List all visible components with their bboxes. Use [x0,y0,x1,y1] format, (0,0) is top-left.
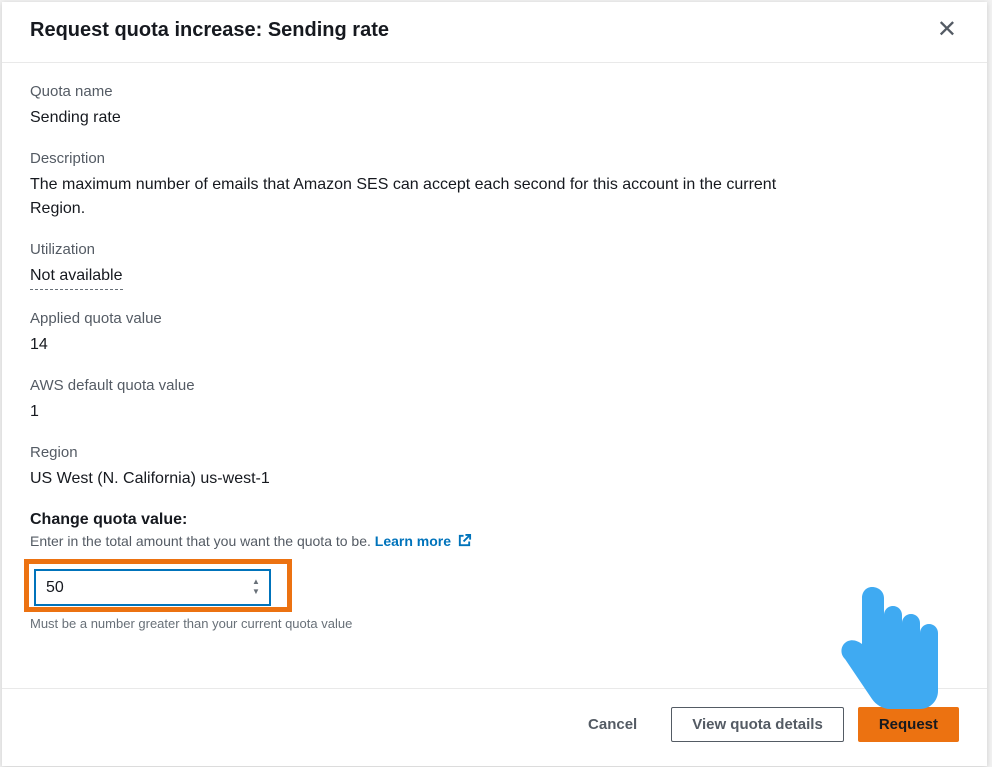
label-region: Region [30,444,959,461]
cancel-button[interactable]: Cancel [568,708,657,741]
field-description: Description The maximum number of emails… [30,150,959,221]
field-change-value: Change quota value: Enter in the total a… [30,511,959,631]
quota-request-modal: Request quota increase: Sending rate ✕ Q… [2,2,987,766]
external-link-icon [457,533,472,551]
label-quota-name: Quota name [30,83,959,100]
modal-title: Request quota increase: Sending rate [30,19,389,42]
learn-more-link[interactable]: Learn more [375,533,472,549]
value-default: 1 [30,400,959,424]
value-region: US West (N. California) us-west-1 [30,467,959,491]
field-quota-name: Quota name Sending rate [30,83,959,130]
modal-footer: Cancel View quota details Request [2,688,987,766]
label-description: Description [30,150,959,167]
field-default: AWS default quota value 1 [30,377,959,424]
value-description: The maximum number of emails that Amazon… [30,173,810,221]
request-button[interactable]: Request [858,707,959,742]
value-quota-name: Sending rate [30,106,959,130]
close-button[interactable]: ✕ [935,18,959,42]
input-highlight-box: ▲▼ [24,559,292,612]
hint-change-value: Enter in the total amount that you want … [30,533,959,551]
label-applied: Applied quota value [30,310,959,327]
value-utilization: Not available [30,264,959,290]
field-applied: Applied quota value 14 [30,310,959,357]
view-details-button[interactable]: View quota details [671,707,844,742]
modal-header: Request quota increase: Sending rate ✕ [2,2,987,63]
label-change-value: Change quota value: [30,511,959,529]
field-region: Region US West (N. California) us-west-1 [30,444,959,491]
label-utilization: Utilization [30,241,959,258]
quota-value-input[interactable] [35,570,270,605]
field-utilization: Utilization Not available [30,241,959,290]
below-hint: Must be a number greater than your curre… [30,616,959,631]
label-default: AWS default quota value [30,377,959,394]
modal-body: Quota name Sending rate Description The … [2,63,987,688]
value-applied: 14 [30,333,959,357]
close-icon: ✕ [937,16,957,43]
